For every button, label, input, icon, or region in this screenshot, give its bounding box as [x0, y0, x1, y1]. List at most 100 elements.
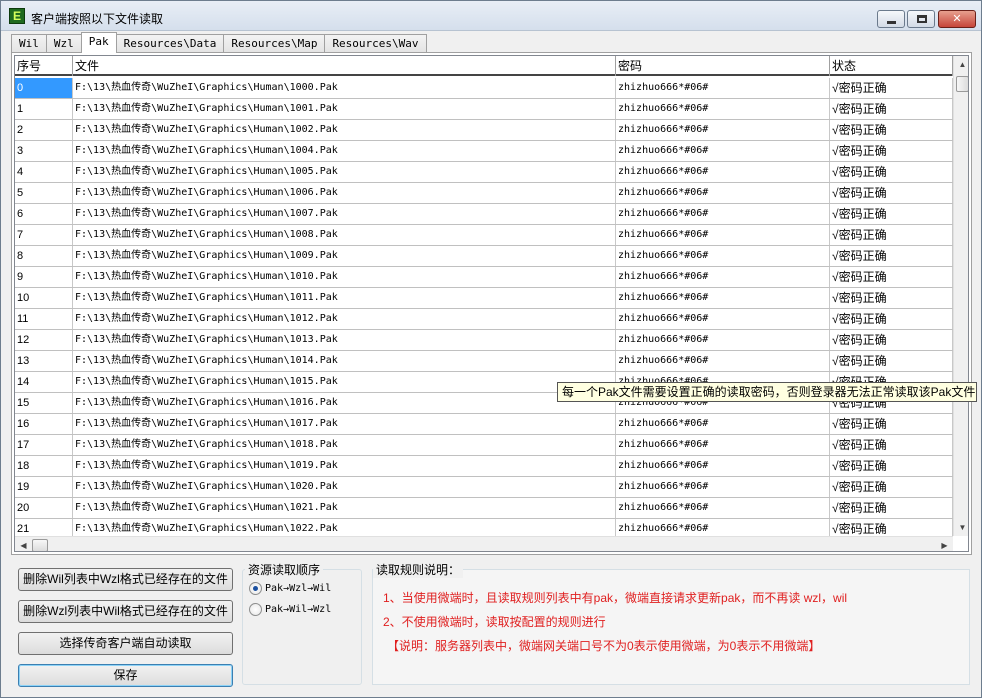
row-file[interactable]: F:\13\热血传奇\WuZheI\Graphics\Human\1020.Pa…	[73, 477, 616, 497]
table-row[interactable]: 3 F:\13\热血传奇\WuZheI\Graphics\Human\1004.P…	[15, 141, 953, 162]
row-password[interactable]: zhizhuo666*#06#	[616, 330, 830, 350]
order-option-1[interactable]: Pak→Wzl→Wil	[249, 580, 331, 596]
table-row[interactable]: 17 F:\13\热血传奇\WuZheI\Graphics\Human\1018.…	[15, 435, 953, 456]
table-row[interactable]: 8 F:\13\热血传奇\WuZheI\Graphics\Human\1009.P…	[15, 246, 953, 267]
row-password[interactable]: zhizhuo666*#06#	[616, 351, 830, 371]
row-file[interactable]: F:\13\热血传奇\WuZheI\Graphics\Human\1002.Pa…	[73, 120, 616, 140]
row-file[interactable]: F:\13\热血传奇\WuZheI\Graphics\Human\1010.Pa…	[73, 267, 616, 287]
row-password[interactable]: zhizhuo666*#06#	[616, 456, 830, 476]
row-index[interactable]: 3	[15, 141, 73, 161]
maximize-button[interactable]	[907, 10, 935, 28]
minimize-button[interactable]	[877, 10, 905, 28]
row-status[interactable]: √密码正确	[830, 246, 953, 266]
table-row[interactable]: 13 F:\13\热血传奇\WuZheI\Graphics\Human\1014.…	[15, 351, 953, 372]
row-status[interactable]: √密码正确	[830, 99, 953, 119]
table-row[interactable]: 7 F:\13\热血传奇\WuZheI\Graphics\Human\1008.P…	[15, 225, 953, 246]
header-index[interactable]: 序号	[15, 56, 73, 76]
row-password[interactable]: zhizhuo666*#06#	[616, 99, 830, 119]
scroll-down-icon[interactable]: ▼	[954, 519, 968, 536]
row-index[interactable]: 8	[15, 246, 73, 266]
row-index[interactable]: 19	[15, 477, 73, 497]
row-status[interactable]: √密码正确	[830, 477, 953, 497]
row-status[interactable]: √密码正确	[830, 141, 953, 161]
order-option-2[interactable]: Pak→Wil→Wzl	[249, 601, 331, 617]
row-status[interactable]: √密码正确	[830, 330, 953, 350]
row-password[interactable]: zhizhuo666*#06#	[616, 225, 830, 245]
header-password[interactable]: 密码	[616, 56, 830, 76]
table-row[interactable]: 16 F:\13\热血传奇\WuZheI\Graphics\Human\1017.…	[15, 414, 953, 435]
row-password[interactable]: zhizhuo666*#06#	[616, 183, 830, 203]
row-file[interactable]: F:\13\热血传奇\WuZheI\Graphics\Human\1021.Pa…	[73, 498, 616, 518]
row-index[interactable]: 6	[15, 204, 73, 224]
row-index[interactable]: 16	[15, 414, 73, 434]
table-row[interactable]: 5 F:\13\热血传奇\WuZheI\Graphics\Human\1006.P…	[15, 183, 953, 204]
row-file[interactable]: F:\13\热血传奇\WuZheI\Graphics\Human\1000.Pa…	[73, 78, 616, 98]
row-index[interactable]: 12	[15, 330, 73, 350]
row-file[interactable]: F:\13\热血传奇\WuZheI\Graphics\Human\1001.Pa…	[73, 99, 616, 119]
row-file[interactable]: F:\13\热血传奇\WuZheI\Graphics\Human\1011.Pa…	[73, 288, 616, 308]
row-file[interactable]: F:\13\热血传奇\WuZheI\Graphics\Human\1017.Pa…	[73, 414, 616, 434]
row-file[interactable]: F:\13\热血传奇\WuZheI\Graphics\Human\1009.Pa…	[73, 246, 616, 266]
row-index[interactable]: 15	[15, 393, 73, 413]
table-row[interactable]: 6 F:\13\热血传奇\WuZheI\Graphics\Human\1007.P…	[15, 204, 953, 225]
save-button[interactable]: 保存	[18, 664, 233, 687]
table-row[interactable]: 11 F:\13\热血传奇\WuZheI\Graphics\Human\1012.…	[15, 309, 953, 330]
table-row[interactable]: 2 F:\13\热血传奇\WuZheI\Graphics\Human\1002.P…	[15, 120, 953, 141]
row-password[interactable]: zhizhuo666*#06#	[616, 204, 830, 224]
row-file[interactable]: F:\13\热血传奇\WuZheI\Graphics\Human\1015.Pa…	[73, 372, 616, 392]
row-status[interactable]: √密码正确	[830, 288, 953, 308]
row-file[interactable]: F:\13\热血传奇\WuZheI\Graphics\Human\1016.Pa…	[73, 393, 616, 413]
header-file[interactable]: 文件	[73, 56, 616, 76]
row-file[interactable]: F:\13\热血传奇\WuZheI\Graphics\Human\1013.Pa…	[73, 330, 616, 350]
row-status[interactable]: √密码正确	[830, 414, 953, 434]
tab-resources-data[interactable]: Resources\Data	[115, 34, 225, 53]
table-row[interactable]: 18 F:\13\热血传奇\WuZheI\Graphics\Human\1019.…	[15, 456, 953, 477]
tab-wil[interactable]: Wil	[11, 34, 47, 53]
row-index[interactable]: 0	[15, 78, 73, 98]
row-status[interactable]: √密码正确	[830, 204, 953, 224]
row-password[interactable]: zhizhuo666*#06#	[616, 246, 830, 266]
table-row[interactable]: 20 F:\13\热血传奇\WuZheI\Graphics\Human\1021.…	[15, 498, 953, 519]
row-index[interactable]: 14	[15, 372, 73, 392]
row-index[interactable]: 18	[15, 456, 73, 476]
scroll-left-icon[interactable]: ◀	[15, 537, 32, 551]
row-status[interactable]: √密码正确	[830, 225, 953, 245]
row-status[interactable]: √密码正确	[830, 309, 953, 329]
row-index[interactable]: 7	[15, 225, 73, 245]
scroll-up-icon[interactable]: ▲	[954, 56, 968, 73]
row-index[interactable]: 9	[15, 267, 73, 287]
table-row[interactable]: 0 F:\13\热血传奇\WuZheI\Graphics\Human\1000.P…	[15, 78, 953, 99]
row-status[interactable]: √密码正确	[830, 456, 953, 476]
row-status[interactable]: √密码正确	[830, 183, 953, 203]
delete-wil-duplicates-button[interactable]: 删除Wil列表中Wzl格式已经存在的文件	[18, 568, 233, 591]
table-row[interactable]: 12 F:\13\热血传奇\WuZheI\Graphics\Human\1013.…	[15, 330, 953, 351]
row-file[interactable]: F:\13\热血传奇\WuZheI\Graphics\Human\1006.Pa…	[73, 183, 616, 203]
table-row[interactable]: 4 F:\13\热血传奇\WuZheI\Graphics\Human\1005.P…	[15, 162, 953, 183]
row-status[interactable]: √密码正确	[830, 267, 953, 287]
row-status[interactable]: √密码正确	[830, 78, 953, 98]
table-row[interactable]: 10 F:\13\热血传奇\WuZheI\Graphics\Human\1011.…	[15, 288, 953, 309]
row-password[interactable]: zhizhuo666*#06#	[616, 435, 830, 455]
tab-wzl[interactable]: Wzl	[45, 34, 82, 53]
tab-pak[interactable]: Pak	[80, 32, 117, 53]
row-password[interactable]: zhizhuo666*#06#	[616, 477, 830, 497]
row-password[interactable]: zhizhuo666*#06#	[616, 498, 830, 518]
row-index[interactable]: 13	[15, 351, 73, 371]
row-status[interactable]: √密码正确	[830, 162, 953, 182]
row-status[interactable]: √密码正确	[830, 351, 953, 371]
vertical-scroll-thumb[interactable]	[956, 76, 968, 92]
row-password[interactable]: zhizhuo666*#06#	[616, 309, 830, 329]
row-password[interactable]: zhizhuo666*#06#	[616, 162, 830, 182]
row-password[interactable]: zhizhuo666*#06#	[616, 288, 830, 308]
auto-read-client-button[interactable]: 选择传奇客户端自动读取	[18, 632, 233, 655]
radio-unselected-icon[interactable]	[249, 602, 262, 616]
row-file[interactable]: F:\13\热血传奇\WuZheI\Graphics\Human\1007.Pa…	[73, 204, 616, 224]
row-password[interactable]: zhizhuo666*#06#	[616, 78, 830, 98]
horizontal-scrollbar[interactable]: ◀ ▶	[15, 536, 953, 551]
row-file[interactable]: F:\13\热血传奇\WuZheI\Graphics\Human\1004.Pa…	[73, 141, 616, 161]
table-row[interactable]: 9 F:\13\热血传奇\WuZheI\Graphics\Human\1010.P…	[15, 267, 953, 288]
row-file[interactable]: F:\13\热血传奇\WuZheI\Graphics\Human\1019.Pa…	[73, 456, 616, 476]
row-file[interactable]: F:\13\热血传奇\WuZheI\Graphics\Human\1005.Pa…	[73, 162, 616, 182]
row-password[interactable]: zhizhuo666*#06#	[616, 414, 830, 434]
title-bar[interactable]: E 客户端按照以下文件读取 ✕	[1, 1, 981, 31]
